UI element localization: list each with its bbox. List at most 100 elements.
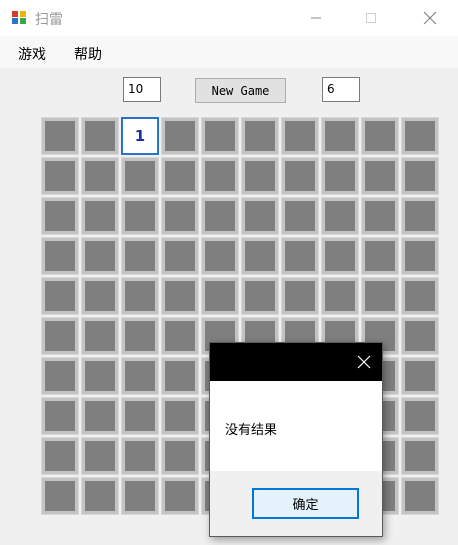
grid-cell[interactable] (121, 357, 159, 395)
grid-cell[interactable] (41, 277, 79, 315)
grid-cell[interactable] (41, 477, 79, 515)
menu-help[interactable]: 帮助 (74, 44, 102, 64)
cell-number: 1 (134, 127, 146, 145)
covered-tile (405, 281, 435, 311)
covered-tile (165, 441, 195, 471)
window-titlebar[interactable]: 扫雷 (0, 0, 458, 36)
dialog-titlebar[interactable] (210, 343, 382, 381)
grid-cell[interactable] (401, 197, 439, 235)
grid-cell[interactable] (361, 237, 399, 275)
covered-tile (365, 201, 395, 231)
grid-cell[interactable] (161, 397, 199, 435)
grid-cell[interactable] (161, 277, 199, 315)
grid-cell[interactable] (401, 477, 439, 515)
grid-cell[interactable] (401, 437, 439, 475)
grid-cell[interactable] (321, 237, 359, 275)
grid-cell[interactable] (41, 397, 79, 435)
grid-cell[interactable] (241, 277, 279, 315)
grid-cell[interactable] (201, 277, 239, 315)
grid-cell[interactable] (201, 197, 239, 235)
grid-cell[interactable] (281, 237, 319, 275)
covered-tile (405, 201, 435, 231)
grid-cell[interactable] (41, 317, 79, 355)
grid-cell[interactable] (401, 157, 439, 195)
covered-tile (45, 361, 75, 391)
covered-tile (85, 321, 115, 351)
grid-cell[interactable] (121, 317, 159, 355)
grid-cell[interactable] (161, 157, 199, 195)
covered-tile (165, 201, 195, 231)
grid-cell[interactable] (121, 237, 159, 275)
grid-cell[interactable] (401, 117, 439, 155)
grid-cell[interactable] (81, 477, 119, 515)
close-button[interactable] (407, 0, 453, 36)
grid-cell[interactable] (401, 317, 439, 355)
grid-cell[interactable] (241, 237, 279, 275)
grid-cell[interactable] (81, 197, 119, 235)
grid-cell[interactable] (81, 397, 119, 435)
grid-cell[interactable] (321, 197, 359, 235)
grid-cell[interactable] (201, 157, 239, 195)
grid-cell[interactable] (81, 237, 119, 275)
grid-cell[interactable] (161, 197, 199, 235)
covered-tile (165, 161, 195, 191)
grid-cell[interactable] (281, 197, 319, 235)
grid-cell[interactable] (281, 117, 319, 155)
grid-cell[interactable] (121, 397, 159, 435)
counter-field[interactable]: 6 (322, 77, 360, 102)
grid-cell[interactable] (81, 357, 119, 395)
grid-cell[interactable] (161, 357, 199, 395)
grid-cell[interactable] (81, 117, 119, 155)
covered-tile (85, 161, 115, 191)
menu-game[interactable]: 游戏 (18, 44, 46, 64)
grid-cell[interactable] (401, 277, 439, 315)
grid-cell[interactable] (161, 117, 199, 155)
grid-cell[interactable] (241, 157, 279, 195)
revealed-cell[interactable]: 1 (121, 117, 159, 155)
grid-cell[interactable] (81, 317, 119, 355)
grid-cell[interactable] (161, 437, 199, 475)
grid-cell[interactable] (201, 237, 239, 275)
grid-cell[interactable] (361, 117, 399, 155)
grid-cell[interactable] (121, 277, 159, 315)
grid-cell[interactable] (41, 197, 79, 235)
grid-cell[interactable] (121, 157, 159, 195)
grid-cell[interactable] (401, 357, 439, 395)
grid-cell[interactable] (81, 157, 119, 195)
grid-cell[interactable] (321, 277, 359, 315)
grid-cell[interactable] (321, 117, 359, 155)
dialog-close-button[interactable] (346, 343, 382, 381)
grid-cell[interactable] (401, 237, 439, 275)
grid-cell[interactable] (241, 117, 279, 155)
ok-button[interactable]: 确定 (252, 488, 359, 519)
grid-cell[interactable] (161, 237, 199, 275)
grid-cell[interactable] (361, 277, 399, 315)
mine-count-field[interactable]: 10 (123, 77, 161, 102)
grid-cell[interactable] (41, 157, 79, 195)
grid-cell[interactable] (121, 197, 159, 235)
grid-cell[interactable] (281, 157, 319, 195)
new-game-button[interactable]: New Game (195, 78, 286, 103)
grid-cell[interactable] (41, 437, 79, 475)
grid-cell[interactable] (41, 237, 79, 275)
grid-cell[interactable] (41, 357, 79, 395)
grid-cell[interactable] (41, 117, 79, 155)
covered-tile (205, 161, 235, 191)
minimize-button[interactable] (293, 0, 339, 36)
covered-tile (405, 121, 435, 151)
grid-cell[interactable] (361, 157, 399, 195)
grid-cell[interactable] (121, 477, 159, 515)
covered-tile (245, 161, 275, 191)
maximize-button[interactable] (348, 0, 394, 36)
grid-cell[interactable] (161, 477, 199, 515)
grid-cell[interactable] (321, 157, 359, 195)
grid-cell[interactable] (241, 197, 279, 235)
grid-cell[interactable] (281, 277, 319, 315)
grid-cell[interactable] (161, 317, 199, 355)
grid-cell[interactable] (361, 197, 399, 235)
grid-cell[interactable] (81, 437, 119, 475)
grid-cell[interactable] (201, 117, 239, 155)
grid-cell[interactable] (121, 437, 159, 475)
grid-cell[interactable] (401, 397, 439, 435)
grid-cell[interactable] (81, 277, 119, 315)
